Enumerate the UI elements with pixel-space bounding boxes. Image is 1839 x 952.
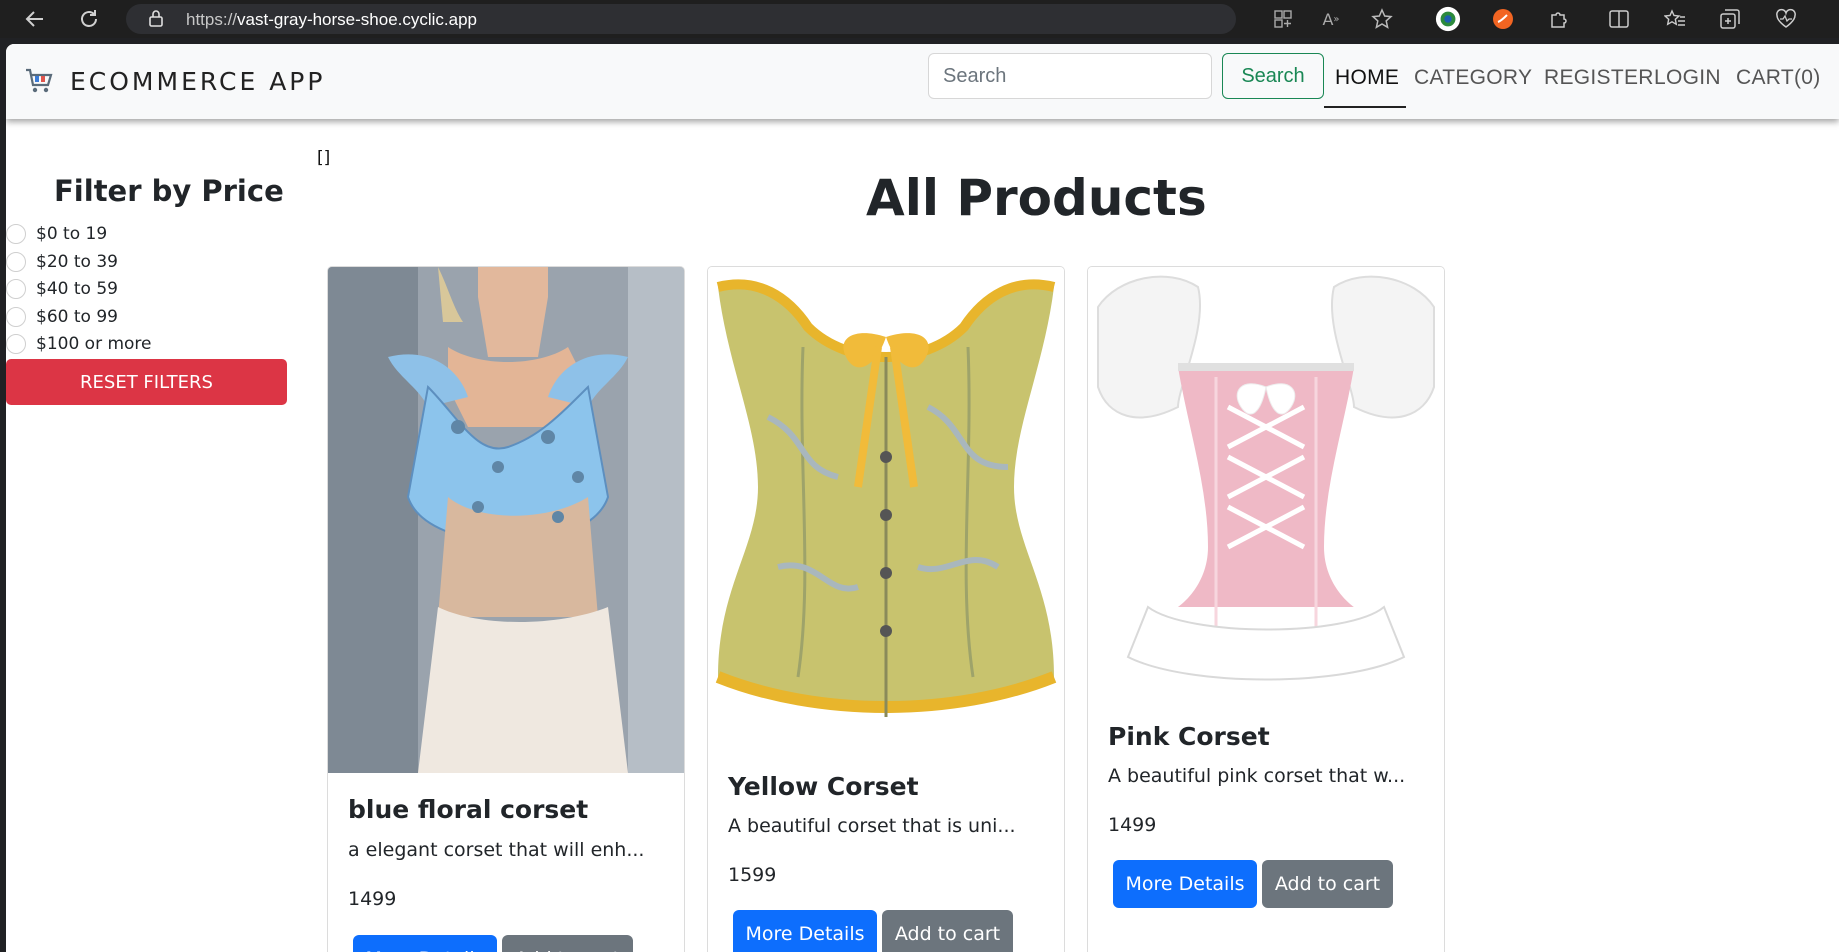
price-option-label: $40 to 59 [36,279,118,299]
split-screen-icon[interactable] [1606,6,1632,32]
product-price: 1499 [348,888,397,910]
product-price: 1599 [728,864,777,886]
shopping-cart-logo-icon [26,68,53,93]
more-details-button[interactable]: More Details [733,910,877,952]
favorites-list-icon[interactable] [1662,6,1688,32]
page-title: All Products [866,169,1207,227]
product-card: Pink Corset A beautiful pink corset that… [1087,266,1445,952]
address-bar[interactable]: https://vast-gray-horse-shoe.cyclic.app [126,4,1236,34]
blue-corset-product-image [328,267,684,773]
price-filter-option[interactable]: $100 or more [6,334,152,354]
nav-home-link[interactable]: HOME [1335,66,1399,90]
debug-output-text: [] [317,148,331,168]
reset-filters-button[interactable]: RESET FILTERS [6,359,287,405]
price-filter-option[interactable]: $0 to 19 [6,224,107,244]
brand-name: ECOMMERCE APP [70,66,326,96]
web-page: ECOMMERCE APP Search HOME CATEGORY REGIS… [6,44,1839,952]
price-option-label: $20 to 39 [36,252,118,272]
product-name: Pink Corset [1108,722,1270,751]
browser-toolbar: https://vast-gray-horse-shoe.cyclic.app … [0,0,1839,38]
add-to-cart-button[interactable]: Add to cart [502,935,633,952]
product-description: A beautiful corset that is uni... [728,815,1016,837]
brand-link[interactable]: ECOMMERCE APP [24,66,325,96]
site-navbar: ECOMMERCE APP Search HOME CATEGORY REGIS… [6,44,1839,119]
nav-login-link[interactable]: LOGIN [1654,66,1721,90]
product-card: blue floral corset a elegant corset that… [327,266,685,952]
apps-icon[interactable] [1270,6,1296,32]
pink-corset-product-image [1088,267,1444,699]
radio-button[interactable] [6,307,26,327]
nav-category-link[interactable]: CATEGORY [1414,66,1532,90]
collections-icon[interactable] [1717,6,1743,32]
product-card: Yellow Corset A beautiful corset that is… [707,266,1065,952]
radio-button[interactable] [6,334,26,354]
back-arrow-icon[interactable] [22,6,48,32]
product-price: 1499 [1108,814,1157,836]
yellow-corset-product-image [708,267,1064,749]
product-description: a elegant corset that will enh... [348,839,645,861]
more-details-button[interactable]: More Details [353,935,497,952]
price-filter-option[interactable]: $20 to 39 [6,252,118,272]
price-option-label: $0 to 19 [36,224,108,244]
add-to-cart-button[interactable]: Add to cart [1262,860,1393,908]
product-description: A beautiful pink corset that w... [1108,765,1406,787]
nav-register-link[interactable]: REGISTER [1544,66,1654,90]
price-option-label: $100 or more [36,334,152,354]
price-filter-option[interactable]: $40 to 59 [6,279,118,299]
refresh-icon[interactable] [76,6,102,32]
price-filter-option[interactable]: $60 to 99 [6,307,118,327]
nav-cart-link[interactable]: CART(0) [1736,66,1821,90]
add-to-cart-button[interactable]: Add to cart [882,910,1013,952]
read-aloud-icon[interactable]: A» [1318,6,1344,32]
extension-orange-icon[interactable] [1490,6,1516,32]
product-name: blue floral corset [348,795,589,824]
more-details-button[interactable]: More Details [1113,860,1257,908]
url-host: vast-gray-horse-shoe.cyclic.app [237,10,478,29]
radio-button[interactable] [6,224,26,244]
search-input[interactable] [928,53,1212,99]
browser-essentials-icon[interactable] [1773,6,1799,32]
search-button[interactable]: Search [1222,53,1324,99]
active-nav-underline [1324,106,1406,108]
url-prefix: https:// [186,10,238,29]
product-name: Yellow Corset [728,772,919,801]
url-text: https://vast-gray-horse-shoe.cyclic.app [186,10,477,30]
radio-button[interactable] [6,279,26,299]
extensions-puzzle-icon[interactable] [1546,6,1572,32]
lock-icon [148,9,164,31]
price-option-label: $60 to 99 [36,307,118,327]
profile-extension-icon[interactable] [1435,6,1461,32]
favorite-star-icon[interactable] [1369,6,1395,32]
filter-title: Filter by Price [54,174,284,208]
radio-button[interactable] [6,252,26,272]
